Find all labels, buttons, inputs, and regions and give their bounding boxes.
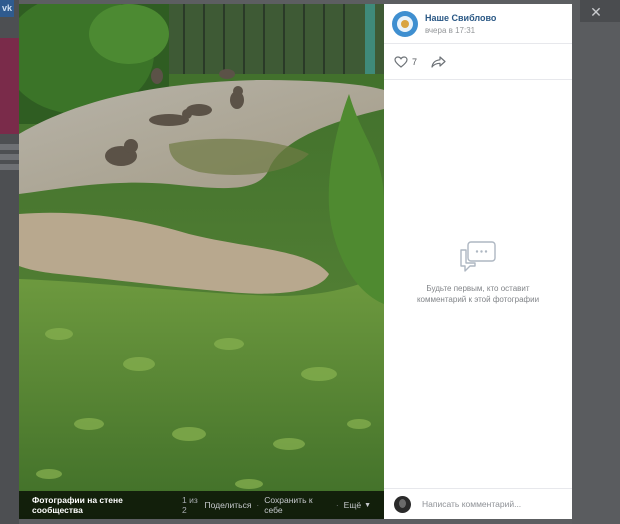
photo-bottom-bar: Фотографии на стене сообщества 1 из 2 По… bbox=[19, 491, 384, 519]
user-avatar-face bbox=[399, 498, 406, 508]
share-button[interactable] bbox=[431, 55, 446, 68]
user-avatar bbox=[394, 495, 411, 513]
avatar-emblem-center bbox=[401, 19, 409, 28]
post-meta: Наше Свиблово вчера в 17:31 bbox=[425, 13, 496, 35]
photo-counter: 1 из 2 bbox=[182, 495, 198, 515]
empty-comments-text: Будьте первым, кто оставит комментарий к… bbox=[416, 284, 540, 304]
post-time[interactable]: вчера в 17:31 bbox=[425, 26, 496, 35]
save-photo-link[interactable]: Сохранить к себе bbox=[264, 495, 331, 515]
share-arrow-icon bbox=[431, 55, 446, 68]
comment-input[interactable] bbox=[422, 499, 562, 509]
background-text-line bbox=[0, 144, 19, 150]
close-icon[interactable]: ✕ bbox=[588, 4, 604, 20]
community-avatar[interactable] bbox=[392, 10, 418, 37]
post-header: Наше Свиблово вчера в 17:31 bbox=[384, 4, 572, 44]
background-text-line bbox=[0, 164, 19, 170]
action-separator: · bbox=[256, 500, 260, 510]
action-separator: · bbox=[335, 500, 339, 510]
vk-logo: vk bbox=[0, 0, 14, 17]
photo-of-kittens-on-path bbox=[19, 4, 384, 519]
chevron-down-icon[interactable]: ▼ bbox=[364, 502, 371, 509]
share-photo-link[interactable]: Поделиться bbox=[204, 500, 251, 510]
photo-side-panel: Наше Свиблово вчера в 17:31 7 Будьте пер… bbox=[384, 4, 572, 519]
chat-bubbles-icon bbox=[460, 241, 496, 272]
comment-bar bbox=[384, 488, 572, 519]
more-actions-link[interactable]: Ещё bbox=[344, 500, 361, 510]
photo-caption[interactable]: Фотографии на стене сообщества bbox=[32, 495, 174, 515]
community-name-link[interactable]: Наше Свиблово bbox=[425, 13, 496, 23]
heart-icon bbox=[394, 55, 408, 68]
background-text-line bbox=[0, 154, 19, 160]
page-background-right bbox=[572, 0, 620, 524]
empty-comments: Будьте первым, кто оставит комментарий к… bbox=[384, 240, 572, 305]
page-background-left: vk bbox=[0, 0, 19, 524]
reactions-bar: 7 bbox=[384, 44, 572, 80]
like-button[interactable]: 7 bbox=[394, 55, 418, 68]
photo-actions: Поделиться · Сохранить к себе · Ещё ▼ bbox=[204, 495, 371, 515]
background-banner bbox=[0, 38, 19, 134]
photo-viewer[interactable]: Фотографии на стене сообщества 1 из 2 По… bbox=[19, 4, 384, 519]
like-count: 7 bbox=[412, 56, 418, 67]
